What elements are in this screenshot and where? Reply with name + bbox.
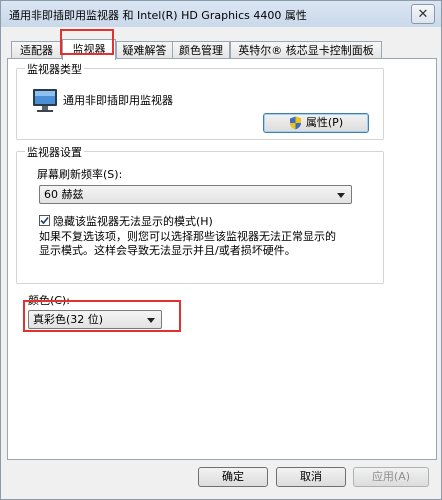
hide-modes-checkbox[interactable]: [39, 215, 50, 226]
tab-highlight-box: [60, 29, 114, 55]
cancel-button[interactable]: 取消: [276, 467, 346, 487]
hide-modes-description-line2: 显示模式。这样会导致无法显示并且/或者损坏硬件。: [39, 244, 296, 257]
properties-button[interactable]: 属性(P): [263, 113, 369, 133]
monitor-type-label: 监视器类型: [25, 61, 84, 77]
shield-icon: [289, 116, 301, 130]
chevron-down-icon: [337, 193, 345, 198]
monitor-icon: [33, 89, 57, 112]
color-highlight-box: [23, 300, 181, 332]
monitor-settings-group: 监视器设置 屏幕刷新频率(S): 60 赫兹 隐藏该监视器无法显示的模式(H) …: [16, 144, 384, 284]
ok-button[interactable]: 确定: [198, 467, 268, 487]
tab-adapter[interactable]: 适配器: [11, 41, 62, 59]
tab-troubleshoot[interactable]: 疑难解答: [116, 41, 173, 59]
hide-modes-label: 隐藏该监视器无法显示的模式(H): [53, 215, 213, 228]
refresh-rate-select[interactable]: 60 赫兹: [39, 185, 352, 204]
title-bar[interactable]: 通用非即插即用监视器 和 Intel(R) HD Graphics 4400 属…: [1, 1, 441, 27]
properties-button-label: 属性(P): [305, 116, 344, 129]
refresh-rate-label: 屏幕刷新频率(S):: [37, 168, 123, 181]
monitor-type-group: 监视器类型 通用非即插即用监视器 属性(P): [16, 61, 384, 140]
tab-color-management[interactable]: 颜色管理: [172, 41, 230, 59]
close-icon: ✕: [417, 6, 429, 22]
checkmark-icon: [40, 216, 49, 225]
window-title: 通用非即插即用监视器 和 Intel(R) HD Graphics 4400 属…: [9, 9, 307, 22]
tab-intel-control-panel[interactable]: 英特尔® 核芯显卡控制面板: [230, 41, 382, 59]
refresh-rate-value: 60 赫兹: [44, 188, 84, 201]
tab-panel: 监视器类型 通用非即插即用监视器 属性(P) 监视器设置 屏幕刷新频率(S):: [7, 58, 437, 460]
hide-modes-description-line1: 如果不复选该项，则您可以选择那些该监视器无法正常显示的: [39, 230, 336, 243]
apply-button[interactable]: 应用(A): [353, 467, 429, 487]
monitor-settings-label: 监视器设置: [25, 144, 84, 160]
properties-dialog: 通用非即插即用监视器 和 Intel(R) HD Graphics 4400 属…: [0, 0, 442, 500]
close-button[interactable]: ✕: [411, 4, 435, 24]
monitor-name: 通用非即插即用监视器: [63, 94, 173, 107]
